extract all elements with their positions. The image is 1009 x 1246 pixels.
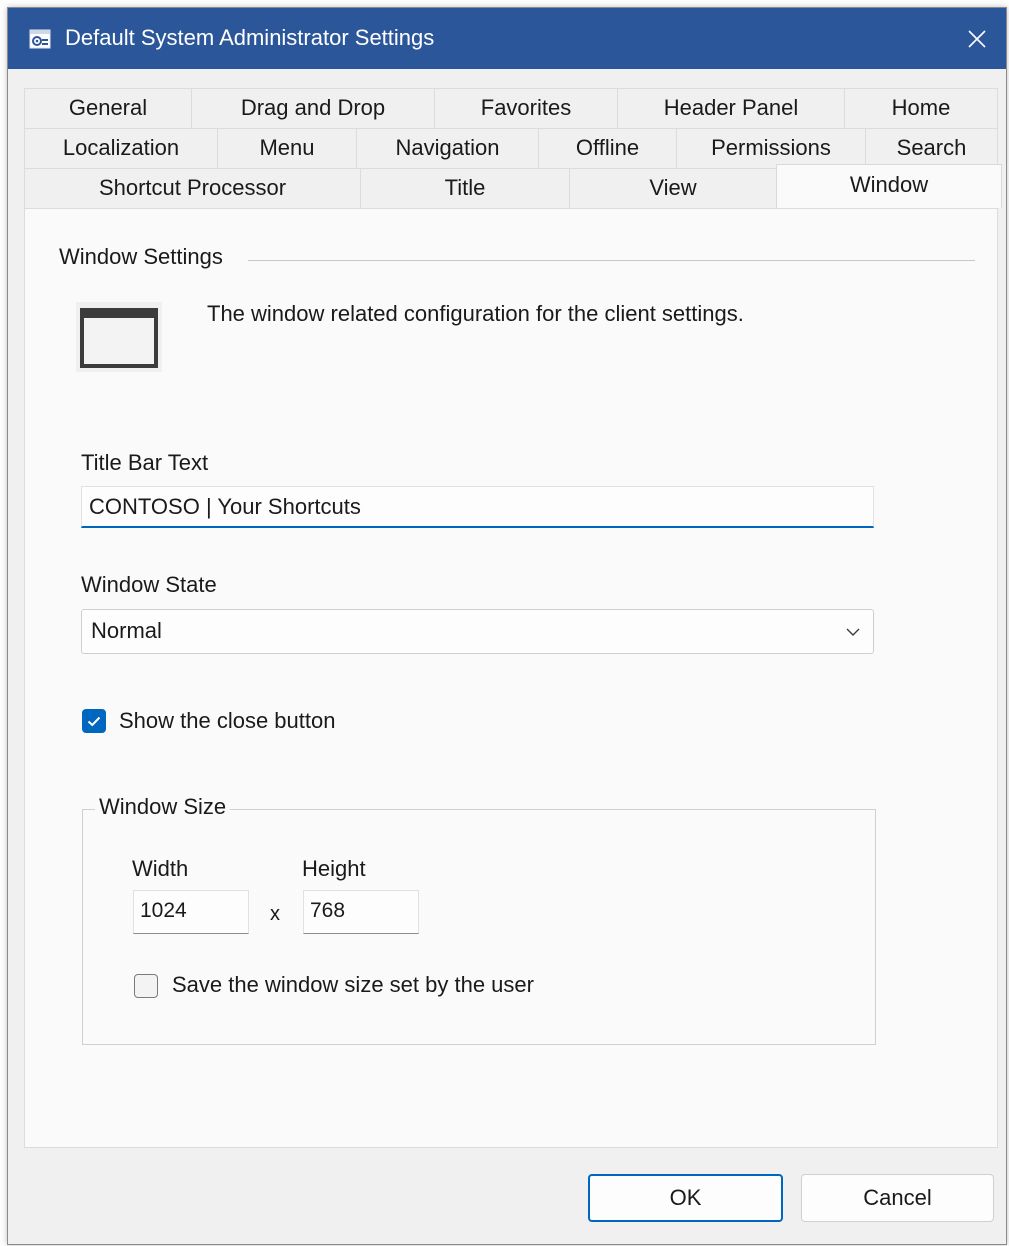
save-size-label[interactable]: Save the window size set by the user: [172, 972, 534, 998]
width-input[interactable]: 1024: [133, 890, 249, 934]
chevron-down-icon: [846, 628, 860, 636]
window-state-label: Window State: [81, 572, 217, 597]
tab-search[interactable]: Search: [865, 128, 998, 168]
tab-view[interactable]: View: [569, 168, 776, 208]
window-state-value: Normal: [91, 618, 162, 643]
tab-shortcut-processor[interactable]: Shortcut Processor: [24, 168, 360, 208]
height-input[interactable]: 768: [303, 890, 419, 934]
tab-favorites[interactable]: Favorites: [434, 88, 617, 128]
show-close-label[interactable]: Show the close button: [119, 708, 335, 734]
tab-permissions[interactable]: Permissions: [676, 128, 865, 168]
title-bar-text-label: Title Bar Text: [81, 450, 209, 475]
close-icon: [968, 29, 986, 48]
tab-window[interactable]: Window: [776, 164, 1002, 208]
tab-home[interactable]: Home: [844, 88, 998, 128]
tab-header-panel[interactable]: Header Panel: [617, 88, 844, 128]
title-bar-text-input[interactable]: CONTOSO | Your Shortcuts: [81, 486, 874, 528]
window-title: Default System Administrator Settings: [65, 25, 435, 50]
tab-offline[interactable]: Offline: [538, 128, 676, 168]
page-description: The window related configuration for the…: [207, 301, 744, 326]
close-button[interactable]: [948, 8, 1006, 69]
save-size-checkbox[interactable]: [134, 974, 158, 998]
title-bar: Default System Administrator Settings: [8, 8, 1006, 69]
group-divider: [248, 260, 975, 261]
window-icon: [76, 302, 162, 372]
settings-dialog: Default System Administrator Settings Ge…: [7, 7, 1007, 1245]
tab-localization[interactable]: Localization: [24, 128, 217, 168]
show-close-checkbox[interactable]: [82, 709, 106, 733]
tab-menu[interactable]: Menu: [217, 128, 356, 168]
window-size-legend: Window Size: [95, 794, 231, 820]
settings-window-icon: [29, 29, 51, 49]
size-separator: x: [270, 903, 280, 925]
window-state-select[interactable]: Normal: [81, 609, 874, 654]
group-title: Window Settings: [59, 244, 231, 270]
cancel-button[interactable]: Cancel: [801, 1174, 994, 1222]
height-label: Height: [302, 856, 366, 881]
width-label: Width: [132, 856, 189, 881]
tab-general[interactable]: General: [24, 88, 191, 128]
tab-navigation[interactable]: Navigation: [356, 128, 538, 168]
tab-drag-and-drop[interactable]: Drag and Drop: [191, 88, 434, 128]
checkmark-icon: [87, 716, 101, 727]
ok-button[interactable]: OK: [588, 1174, 783, 1222]
tab-title[interactable]: Title: [360, 168, 569, 208]
